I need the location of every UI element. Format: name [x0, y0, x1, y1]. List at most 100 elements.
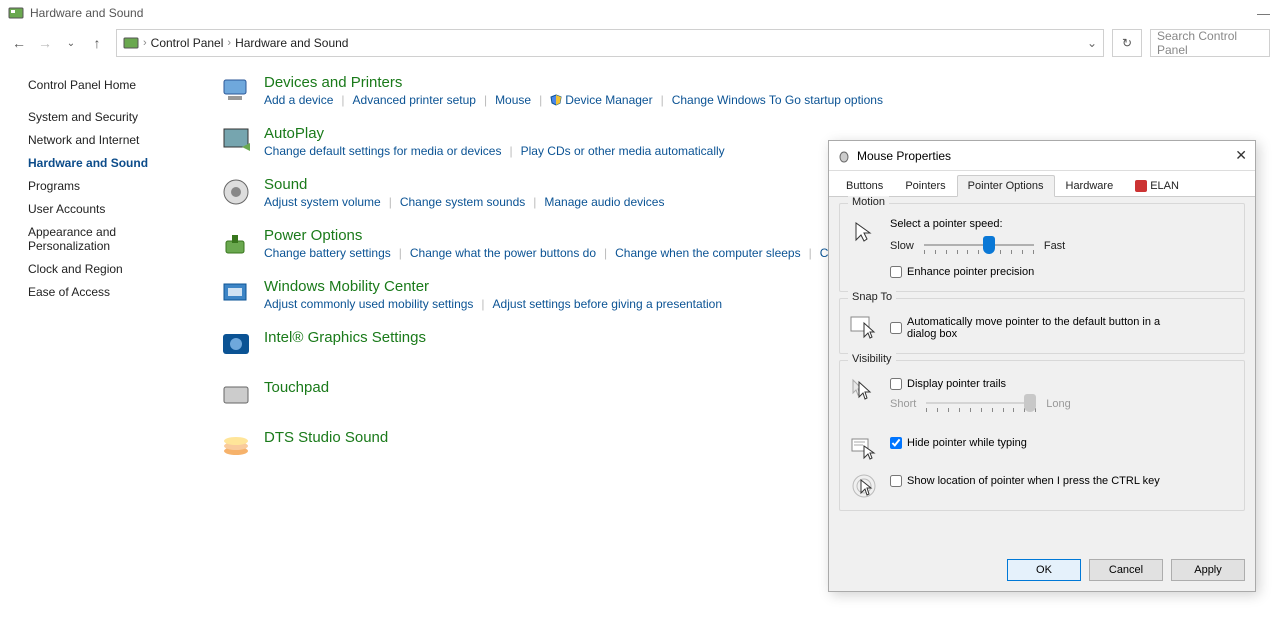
up-button[interactable]: ↑ — [86, 32, 108, 54]
category-link[interactable]: Change when the computer sleeps — [615, 246, 800, 260]
group-legend: Motion — [848, 196, 889, 208]
back-button[interactable]: ← — [8, 32, 30, 54]
pointer-trails-checkbox[interactable]: Display pointer trails — [890, 378, 1234, 390]
chevron-icon[interactable]: › — [227, 37, 231, 49]
breadcrumb-item[interactable]: Control Panel — [151, 36, 224, 50]
sidebar-item[interactable]: Ease of Access — [28, 285, 186, 299]
category-link[interactable]: Change battery settings — [264, 246, 391, 260]
category-link[interactable]: Mouse — [495, 93, 531, 107]
snapto-group: Snap To Automatically move pointer to th… — [839, 298, 1245, 354]
hide-pointer-label: Hide pointer while typing — [907, 437, 1027, 449]
dialog-body: Motion Select a pointer speed: Slow Fas — [829, 197, 1255, 523]
close-button[interactable]: ✕ — [1235, 147, 1247, 164]
navigation-bar: ← → ⌄ ↑ › Control Panel › Hardware and S… — [0, 26, 1278, 60]
control-panel-icon — [8, 5, 24, 21]
slow-label: Slow — [890, 240, 914, 252]
tab-buttons[interactable]: Buttons — [835, 175, 894, 197]
dialog-titlebar[interactable]: Mouse Properties ✕ — [829, 141, 1255, 171]
group-legend: Visibility — [848, 353, 896, 365]
category-icon — [220, 176, 252, 208]
hide-pointer-icon — [850, 434, 878, 462]
tab-pointers[interactable]: Pointers — [894, 175, 956, 197]
category-title[interactable]: Touchpad — [264, 379, 329, 396]
category: Devices and PrintersAdd a device|Advance… — [220, 74, 1268, 107]
tab-hardware[interactable]: Hardware — [1055, 175, 1125, 197]
snapto-icon — [850, 313, 878, 341]
mouse-icon — [837, 149, 851, 163]
minimize-button[interactable]: — — [1257, 6, 1270, 21]
category-icon — [220, 125, 252, 157]
fast-label: Fast — [1044, 240, 1065, 252]
address-bar[interactable]: › Control Panel › Hardware and Sound ⌄ — [116, 29, 1104, 57]
category-link[interactable]: Advanced printer setup — [353, 93, 476, 107]
sidebar-item[interactable]: Programs — [28, 179, 186, 193]
pointer-trails-label: Display pointer trails — [907, 378, 1006, 390]
cancel-button[interactable]: Cancel — [1089, 559, 1163, 581]
dialog-button-row: OK Cancel Apply — [1007, 559, 1245, 581]
motion-group: Motion Select a pointer speed: Slow Fas — [839, 203, 1245, 292]
category-link[interactable]: Change system sounds — [400, 195, 525, 209]
category-link[interactable]: Adjust system volume — [264, 195, 381, 209]
snapto-checkbox[interactable]: Automatically move pointer to the defaul… — [890, 316, 1234, 340]
control-panel-icon — [123, 35, 139, 51]
address-dropdown[interactable]: ⌄ — [1087, 36, 1097, 50]
category-link[interactable]: Manage audio devices — [544, 195, 664, 209]
category-link[interactable]: Play CDs or other media automatically — [521, 144, 725, 158]
pointer-speed-slider[interactable] — [924, 236, 1034, 256]
control-panel-home-link[interactable]: Control Panel Home — [28, 78, 186, 92]
category-link[interactable]: Change default settings for media or dev… — [264, 144, 501, 158]
enhance-precision-checkbox[interactable]: Enhance pointer precision — [890, 266, 1234, 278]
pointer-trails-slider — [926, 394, 1036, 414]
sidebar-item[interactable]: User Accounts — [28, 202, 186, 216]
chevron-icon[interactable]: › — [143, 37, 147, 49]
visibility-group: Visibility Display pointer trails Short — [839, 360, 1245, 511]
category-title[interactable]: Devices and Printers — [264, 74, 883, 91]
search-input[interactable]: Search Control Panel — [1150, 29, 1270, 57]
breadcrumb-item[interactable]: Hardware and Sound — [235, 36, 348, 50]
elan-icon — [1135, 180, 1147, 192]
category-link[interactable]: Device Manager — [550, 93, 652, 107]
apply-button[interactable]: Apply — [1171, 559, 1245, 581]
pointer-trails-icon — [850, 375, 878, 403]
tab-pointer-options[interactable]: Pointer Options — [957, 175, 1055, 197]
pointer-speed-icon — [850, 218, 878, 246]
sidebar-item[interactable]: Clock and Region — [28, 262, 186, 276]
search-placeholder: Search Control Panel — [1157, 29, 1263, 57]
category-link[interactable]: Adjust commonly used mobility settings — [264, 297, 473, 311]
category-title[interactable]: Sound — [264, 176, 664, 193]
sidebar-item[interactable]: Appearance and Personalization — [28, 225, 186, 253]
sidebar-item[interactable]: System and Security — [28, 110, 186, 124]
window-title: Hardware and Sound — [30, 6, 143, 20]
forward-button[interactable]: → — [34, 32, 56, 54]
sidebar: Control Panel Home System and Security Ne… — [0, 60, 200, 631]
tab-elan[interactable]: ELAN — [1124, 175, 1190, 197]
category-icon — [220, 278, 252, 310]
category-icon — [220, 329, 252, 361]
category-icon — [220, 379, 252, 411]
category-link[interactable]: Change Windows To Go startup options — [672, 93, 883, 107]
window-titlebar: Hardware and Sound — — [0, 0, 1278, 26]
ctrl-locate-checkbox[interactable]: Show location of pointer when I press th… — [890, 475, 1234, 487]
category-title[interactable]: AutoPlay — [264, 125, 725, 142]
hide-pointer-checkbox[interactable]: Hide pointer while typing — [890, 437, 1234, 449]
pointer-speed-label: Select a pointer speed: — [890, 218, 1234, 230]
group-legend: Snap To — [848, 291, 896, 303]
category-link[interactable]: Add a device — [264, 93, 333, 107]
long-label: Long — [1046, 398, 1070, 410]
ctrl-locate-label: Show location of pointer when I press th… — [907, 475, 1160, 487]
category-link[interactable]: Adjust settings before giving a presenta… — [493, 297, 722, 311]
refresh-button[interactable]: ↻ — [1112, 29, 1142, 57]
category-title[interactable]: Windows Mobility Center — [264, 278, 722, 295]
category-link[interactable]: Change what the power buttons do — [410, 246, 596, 260]
dialog-title: Mouse Properties — [857, 149, 951, 163]
recent-dropdown[interactable]: ⌄ — [60, 32, 82, 54]
category-icon — [220, 227, 252, 259]
dialog-tabs: ButtonsPointersPointer OptionsHardwareEL… — [829, 171, 1255, 197]
sidebar-item[interactable]: Network and Internet — [28, 133, 186, 147]
category-title[interactable]: DTS Studio Sound — [264, 429, 388, 446]
sidebar-item[interactable]: Hardware and Sound — [28, 156, 186, 170]
enhance-precision-label: Enhance pointer precision — [907, 266, 1034, 278]
snapto-label: Automatically move pointer to the defaul… — [907, 316, 1167, 340]
category-title[interactable]: Intel® Graphics Settings — [264, 329, 426, 346]
ok-button[interactable]: OK — [1007, 559, 1081, 581]
